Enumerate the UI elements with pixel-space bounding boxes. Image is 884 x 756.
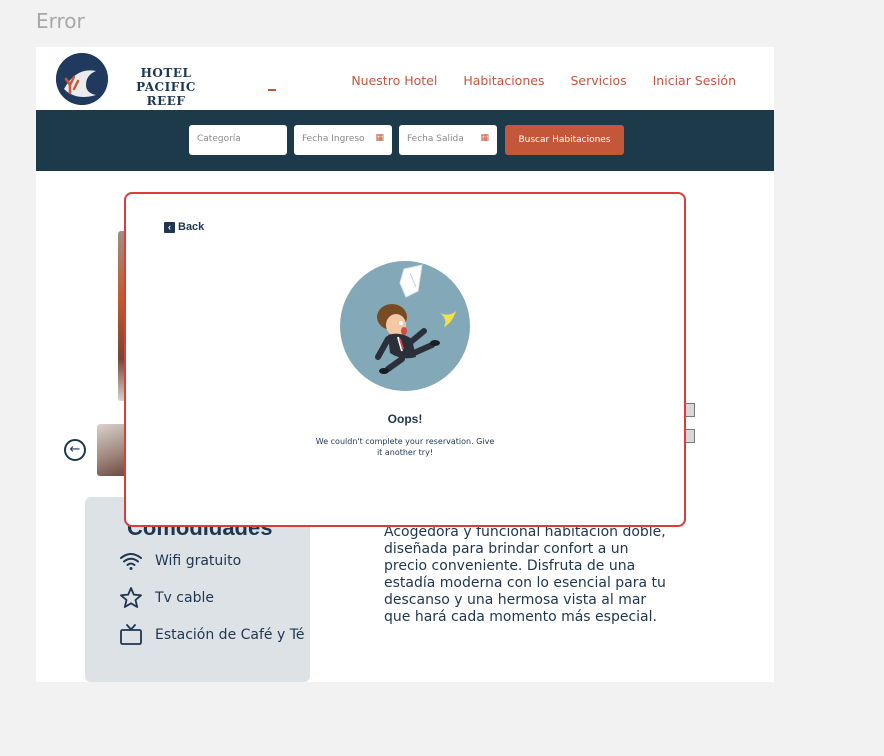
amenity-label: Tv cable	[155, 590, 214, 606]
amenity-wifi: Wifi gratuito	[119, 549, 241, 573]
nav-habitaciones[interactable]: Habitaciones	[463, 73, 544, 88]
nav-servicios[interactable]: Servicios	[570, 73, 626, 88]
amenity-label: Estación de Café y Té	[155, 627, 305, 643]
checkin-placeholder: Fecha Ingreso	[302, 134, 365, 144]
chevron-left-icon: ‹	[164, 221, 175, 233]
hotel-logo-icon[interactable]	[56, 53, 108, 105]
falling-man-illustration	[340, 261, 470, 391]
amenity-tv-cable: Tv cable	[119, 586, 214, 610]
frame-title: Error	[36, 9, 85, 33]
brand-name: HOTEL PACIFIC REEF	[118, 66, 214, 108]
search-rooms-button[interactable]: Buscar Habitaciones	[505, 125, 624, 155]
tv-icon	[120, 624, 142, 645]
brand-line-1: HOTEL	[140, 66, 192, 80]
amenity-coffee-station: Estación de Café y Té	[119, 623, 305, 647]
error-message: We couldn't complete your reservation. G…	[315, 437, 495, 457]
room-description: Acogedora y funcional habitación doble, …	[384, 524, 666, 625]
nav-nuestro-hotel[interactable]: Nuestro Hotel	[351, 73, 437, 88]
error-modal: ‹ Back Oops! We couldn't complete your r…	[124, 192, 686, 527]
error-title: Oops!	[387, 412, 423, 426]
amenity-label: Wifi gratuito	[155, 553, 242, 569]
search-bar: Categoría Fecha Ingreso ▦ Fecha Salida ▦…	[36, 110, 774, 171]
calendar-icon: ▦	[375, 133, 384, 143]
brand-line-2: PACIFIC REEF	[136, 80, 196, 108]
calendar-icon: ▦	[480, 133, 489, 143]
main-nav: Nuestro Hotel Habitaciones Servicios Ini…	[351, 73, 736, 88]
category-select[interactable]: Categoría	[189, 125, 287, 155]
wifi-icon	[120, 553, 142, 570]
back-button[interactable]: ‹ Back	[164, 221, 204, 233]
nav-iniciar-sesion[interactable]: Iniciar Sesión	[653, 73, 736, 88]
brand-accent-dash	[268, 89, 276, 91]
room-thumbnail[interactable]	[97, 424, 127, 476]
star-icon	[120, 587, 142, 608]
category-placeholder: Categoría	[197, 134, 241, 144]
back-label: Back	[178, 221, 205, 233]
checkout-placeholder: Fecha Salida	[407, 134, 464, 144]
prev-arrow-icon[interactable]: ←	[64, 439, 86, 461]
checkout-field[interactable]: Fecha Salida ▦	[399, 125, 497, 155]
checkin-field[interactable]: Fecha Ingreso ▦	[294, 125, 392, 155]
